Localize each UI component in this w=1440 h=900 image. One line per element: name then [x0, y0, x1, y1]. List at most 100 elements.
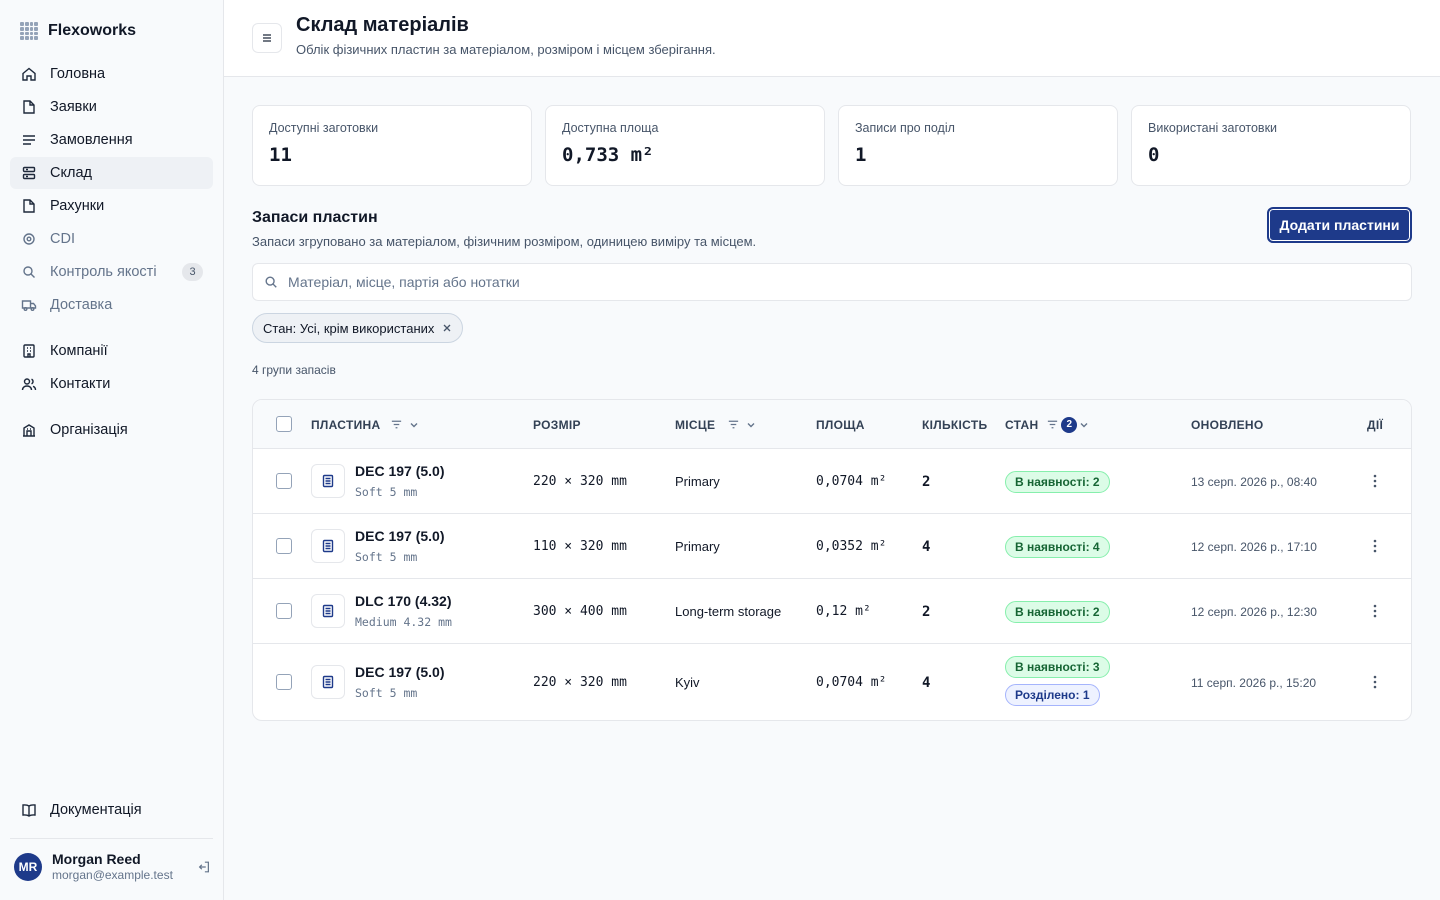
sidebar-item-label: Заявки — [50, 99, 97, 115]
home-icon — [20, 65, 38, 83]
plate-subtitle: Medium 4.32 mm — [355, 615, 452, 629]
column-header-location[interactable]: Місце — [675, 400, 756, 449]
stat-label: Доступна площа — [562, 121, 659, 135]
more-actions-icon[interactable] — [1363, 534, 1387, 558]
brand-name: Flexoworks — [48, 22, 137, 39]
section-title: Запаси пластин — [252, 209, 378, 226]
column-header-label: Площа — [816, 417, 865, 432]
chevron-down-icon[interactable] — [1079, 420, 1089, 430]
plate-subtitle: Soft 5 mm — [355, 550, 418, 564]
column-header-plate[interactable]: Пластина — [311, 400, 419, 449]
more-actions-icon[interactable] — [1363, 599, 1387, 623]
brand-logo-icon — [20, 22, 38, 40]
qty-cell: 2 — [922, 473, 931, 490]
sidebar-item-companies[interactable]: Компанії — [10, 335, 213, 367]
column-header-state[interactable]: Стан 2 — [1005, 400, 1089, 449]
sidebar-item-organization[interactable]: Організація — [10, 414, 213, 446]
inventory-table: Пластина Розмір Місце Площа Кількість Ст… — [252, 399, 1412, 721]
file-icon — [20, 98, 38, 116]
filter-icon[interactable] — [727, 418, 740, 431]
table-row[interactable]: DEC 197 (5.0) Soft 5 mm 220 × 320 mm Pri… — [253, 449, 1411, 514]
menu-toggle-button[interactable] — [252, 23, 282, 53]
state-cell: В наявності: 2 — [1005, 579, 1110, 644]
sidebar-item-cdi[interactable]: CDI — [10, 223, 213, 255]
more-actions-icon[interactable] — [1363, 670, 1387, 694]
plate-subtitle: Soft 5 mm — [355, 686, 418, 700]
sidebar-item-contacts[interactable]: Контакти — [10, 368, 213, 400]
chevron-down-icon[interactable] — [746, 420, 756, 430]
sidebar: Flexoworks Головна Заявки Замовлення Скл… — [0, 0, 224, 900]
location-cell: Primary — [675, 474, 720, 489]
sidebar-item-invoices[interactable]: Рахунки — [10, 190, 213, 222]
status-badge: В наявності: 2 — [1005, 600, 1110, 623]
sidebar-item-orders[interactable]: Замовлення — [10, 124, 213, 156]
sidebar-item-warehouse[interactable]: Склад — [10, 157, 213, 189]
filter-icon[interactable] — [390, 418, 403, 431]
file-icon — [20, 197, 38, 215]
sidebar-item-delivery[interactable]: Доставка — [10, 289, 213, 321]
close-icon[interactable] — [442, 323, 452, 333]
column-header-label: Оновлено — [1191, 417, 1264, 432]
qty-cell: 4 — [922, 674, 931, 691]
state-filter-count-badge: 2 — [1061, 416, 1078, 433]
logout-icon[interactable] — [194, 857, 214, 877]
size-cell: 110 × 320 mm — [533, 539, 627, 554]
row-checkbox[interactable] — [276, 473, 292, 489]
size-cell: 300 × 400 mm — [533, 604, 627, 619]
sidebar-item-docs[interactable]: Документація — [10, 794, 213, 826]
table-header: Пластина Розмір Місце Площа Кількість Ст… — [253, 400, 1411, 449]
column-header-label: Дії — [1367, 417, 1384, 432]
filter-chip-state[interactable]: Стан: Усі, крім використаних — [252, 313, 464, 343]
filter-chip-label: Стан: Усі, крім використаних — [263, 320, 435, 336]
plate-name: DEC 197 (5.0) — [355, 463, 445, 479]
stat-card-area: Доступна площа 0,733 m² — [545, 105, 825, 186]
chevron-down-icon[interactable] — [409, 420, 419, 430]
truck-icon — [20, 296, 38, 314]
group-count: 4 групи запасів — [252, 363, 336, 377]
target-icon — [20, 230, 38, 248]
stat-value: 0 — [1148, 144, 1160, 166]
table-row[interactable]: DEC 197 (5.0) Soft 5 mm 110 × 320 mm Pri… — [253, 514, 1411, 579]
more-actions-icon[interactable] — [1363, 469, 1387, 493]
state-cell: В наявності: 4 — [1005, 514, 1110, 579]
building-icon — [20, 342, 38, 360]
row-checkbox[interactable] — [276, 674, 292, 690]
column-header-actions: Дії — [1367, 400, 1383, 449]
filter-icon[interactable] — [1046, 418, 1059, 431]
updated-cell: 12 серп. 2026 р., 12:30 — [1191, 604, 1317, 619]
stat-card-used: Використані заготовки 0 — [1131, 105, 1411, 186]
add-plates-button[interactable]: Додати пластини — [1267, 207, 1412, 243]
row-checkbox[interactable] — [276, 603, 292, 619]
list-icon — [20, 131, 38, 149]
user-name: Morgan Reed — [52, 851, 141, 867]
column-header-size: Розмір — [533, 400, 581, 449]
document-icon — [311, 529, 345, 563]
main-content: Доступні заготовки 11 Доступна площа 0,7… — [224, 77, 1440, 900]
brand[interactable]: Flexoworks — [20, 22, 136, 40]
document-icon — [311, 594, 345, 628]
row-checkbox[interactable] — [276, 538, 292, 554]
users-icon — [20, 375, 38, 393]
area-cell: 0,0352 m² — [816, 539, 887, 554]
state-cell: В наявності: 3 Розділено: 1 — [1005, 656, 1110, 708]
document-icon — [311, 665, 345, 699]
sidebar-item-home[interactable]: Головна — [10, 58, 213, 90]
search-box — [252, 263, 1412, 301]
column-header-area: Площа — [816, 400, 865, 449]
table-row[interactable]: DEC 197 (5.0) Soft 5 mm 220 × 320 mm Kyi… — [253, 644, 1411, 720]
stat-label: Використані заготовки — [1148, 121, 1278, 135]
org-icon — [20, 421, 38, 439]
menu-icon — [263, 34, 271, 42]
user-profile[interactable]: MR Morgan Reed morgan@example.test — [14, 851, 214, 883]
select-all-checkbox[interactable] — [276, 416, 292, 432]
stat-card-available: Доступні заготовки 11 — [252, 105, 532, 186]
column-header-qty: Кількість — [922, 400, 987, 449]
sidebar-item-requests[interactable]: Заявки — [10, 91, 213, 123]
location-cell: Primary — [675, 539, 720, 554]
column-header-label: Пластина — [311, 417, 381, 432]
plate-subtitle: Soft 5 mm — [355, 485, 418, 499]
table-row[interactable]: DLC 170 (4.32) Medium 4.32 mm 300 × 400 … — [253, 579, 1411, 644]
sidebar-item-quality[interactable]: Контроль якості 3 — [10, 256, 213, 288]
search-input[interactable] — [288, 274, 1388, 290]
sidebar-item-label: Головна — [50, 66, 106, 82]
